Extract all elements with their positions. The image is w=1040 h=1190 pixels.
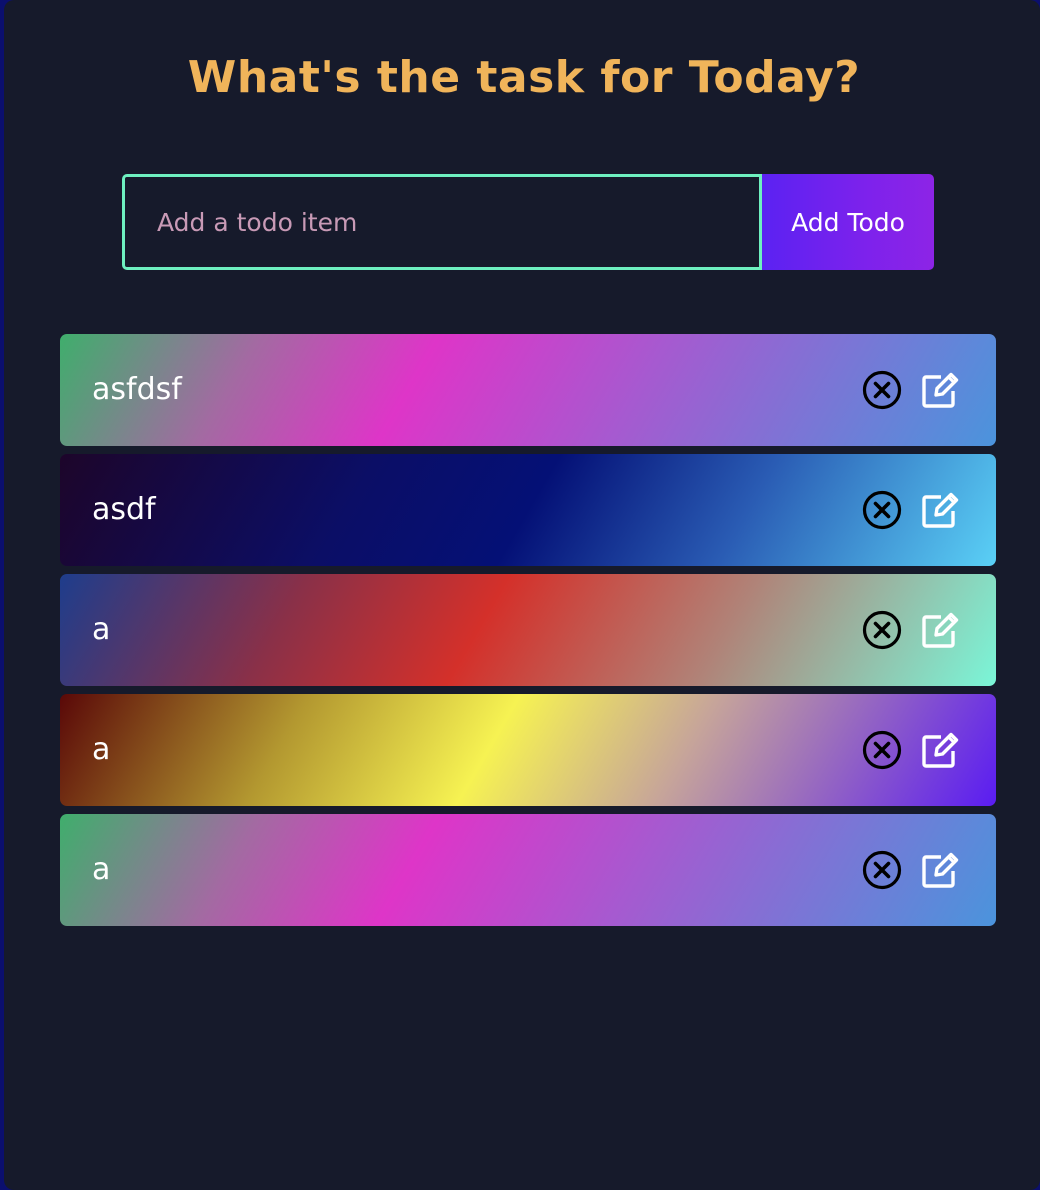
edit-icon[interactable] xyxy=(920,610,960,650)
delete-icon[interactable] xyxy=(862,850,902,890)
todo-form: Add Todo xyxy=(122,174,934,270)
todo-text: a xyxy=(92,732,111,767)
delete-icon[interactable] xyxy=(862,370,902,410)
todo-app: What's the task for Today? Add Todo asfd… xyxy=(4,0,1040,1190)
edit-icon[interactable] xyxy=(920,850,960,890)
todo-text: asdf xyxy=(92,492,156,527)
delete-icon[interactable] xyxy=(862,490,902,530)
todo-item: asfdsf xyxy=(60,334,996,446)
edit-icon[interactable] xyxy=(920,490,960,530)
delete-icon[interactable] xyxy=(862,610,902,650)
todo-text: asfdsf xyxy=(92,372,182,407)
todo-text: a xyxy=(92,852,111,887)
edit-icon[interactable] xyxy=(920,370,960,410)
add-todo-button[interactable]: Add Todo xyxy=(762,174,934,270)
delete-icon[interactable] xyxy=(862,730,902,770)
todo-list: asfdsf asdf a a a xyxy=(60,334,996,934)
edit-icon[interactable] xyxy=(920,730,960,770)
todo-input[interactable] xyxy=(122,174,762,270)
page-title: What's the task for Today? xyxy=(187,52,861,103)
todo-item: a xyxy=(60,694,996,806)
todo-item: a xyxy=(60,814,996,926)
todo-text: a xyxy=(92,612,111,647)
todo-item: asdf xyxy=(60,454,996,566)
todo-item: a xyxy=(60,574,996,686)
